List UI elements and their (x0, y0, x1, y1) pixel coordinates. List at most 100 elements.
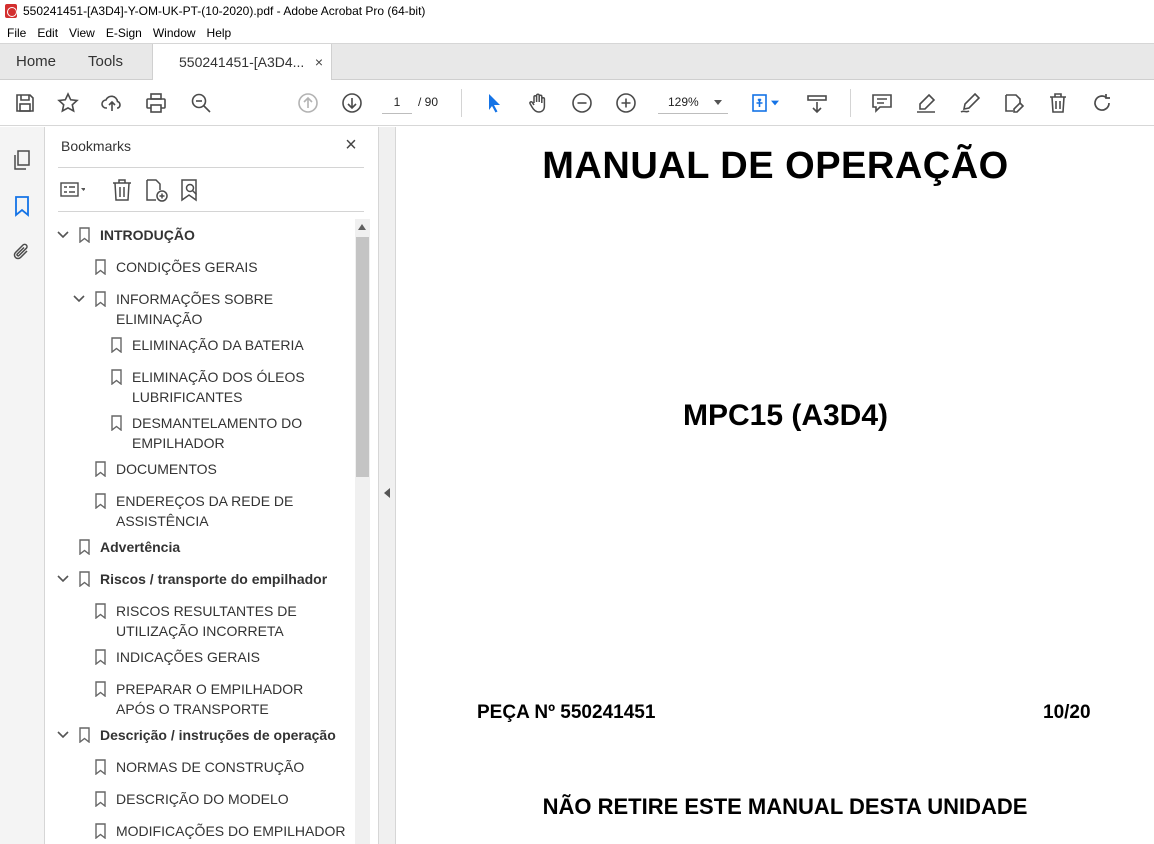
bookmark-desmantelamento[interactable]: DESMANTELAMENTO DO EMPILHADOR (109, 413, 345, 453)
scroll-mode-icon[interactable] (804, 90, 830, 116)
bookmark-label: DOCUMENTOS (116, 461, 217, 477)
bookmark-normas-construcao[interactable]: NORMAS DE CONSTRUÇÃO (93, 757, 345, 777)
star-icon[interactable] (55, 90, 81, 116)
bookmark-preparar-empilhador[interactable]: PREPARAR O EMPILHADOR APÓS O TRANSPORTE (93, 679, 345, 719)
select-cursor-icon[interactable] (481, 90, 507, 116)
zoom-in-icon[interactable] (613, 90, 639, 116)
bookmark-advertencia[interactable]: Advertência (77, 537, 345, 557)
bookmark-label: RISCOS RESULTANTES DE UTILIZAÇÃO INCORRE… (116, 603, 297, 639)
hand-icon[interactable] (525, 90, 551, 116)
bookmark-icon (77, 725, 91, 745)
bookmark-icon (77, 225, 91, 245)
menu-window[interactable]: Window (148, 26, 201, 40)
tab-document-label: 550241451-[A3D4... (179, 54, 305, 70)
print-icon[interactable] (143, 90, 169, 116)
bookmark-icon (93, 647, 107, 667)
zoom-out-icon[interactable] (569, 90, 595, 116)
bookmark-icon (93, 257, 107, 277)
document-warning: NÃO RETIRE ESTE MANUAL DESTA UNIDADE (542, 794, 1028, 819)
edit-icon[interactable] (1001, 90, 1027, 116)
close-icon[interactable]: × (341, 135, 361, 155)
menu-edit[interactable]: Edit (32, 26, 63, 40)
menu-view[interactable]: View (64, 26, 100, 40)
bookmark-icon (109, 413, 123, 433)
bookmark-condicoes-gerais[interactable]: CONDIÇÕES GERAIS (93, 257, 345, 277)
menu-file[interactable]: File (2, 26, 31, 40)
bookmark-riscos[interactable]: Riscos / transporte do empilhador (55, 569, 355, 589)
tab-home[interactable]: Home (0, 44, 72, 79)
delete-bookmark-icon[interactable] (109, 177, 135, 203)
options-menu-icon[interactable] (59, 177, 86, 203)
tab-document[interactable]: 550241451-[A3D4... × (152, 44, 332, 80)
sign-icon[interactable] (957, 90, 983, 116)
bookmark-riscos-utilizacao[interactable]: RISCOS RESULTANTES DE UTILIZAÇÃO INCORRE… (93, 601, 345, 641)
find-bookmark-icon[interactable] (177, 177, 203, 203)
bookmark-icon (93, 789, 107, 809)
page-up-icon[interactable] (295, 90, 321, 116)
tab-close-icon[interactable]: × (315, 54, 323, 70)
highlight-icon[interactable] (913, 90, 939, 116)
bookmark-documentos[interactable]: DOCUMENTOS (93, 459, 345, 479)
bookmark-label: INFORMAÇÕES SOBRE ELIMINAÇÃO (116, 291, 274, 327)
bookmark-enderecos[interactable]: ENDEREÇOS DA REDE DE ASSISTÊNCIA (93, 491, 345, 531)
attachments-icon[interactable] (11, 241, 33, 263)
chevron-down-icon[interactable] (55, 725, 71, 745)
bookmark-label: DESMANTELAMENTO DO EMPILHADOR (132, 415, 303, 451)
bookmark-label: Descrição / instruções de operação (100, 727, 336, 743)
main-toolbar (0, 80, 1154, 126)
page-down-icon[interactable] (339, 90, 365, 116)
bookmark-label: INTRODUÇÃO (100, 227, 195, 243)
bookmarks-icon[interactable] (11, 195, 33, 217)
chevron-down-icon[interactable] (71, 289, 87, 309)
chevron-down-icon[interactable] (768, 90, 782, 116)
bookmark-informacoes-eliminacao[interactable]: INFORMAÇÕES SOBRE ELIMINAÇÃO (71, 289, 333, 329)
bookmark-descricao-modelo[interactable]: DESCRIÇÃO DO MODELO (93, 789, 345, 809)
document-date: 10/20 (1043, 702, 1091, 723)
divider (58, 211, 364, 212)
bookmarks-title: Bookmarks (61, 138, 132, 154)
bookmark-modificacoes[interactable]: MODIFICAÇÕES DO EMPILHADOR (93, 821, 353, 841)
bookmark-descricao[interactable]: Descrição / instruções de operação (55, 725, 355, 745)
bookmark-label: NORMAS DE CONSTRUÇÃO (116, 759, 305, 775)
bookmark-eliminacao-bateria[interactable]: ELIMINAÇÃO DA BATERIA (109, 335, 345, 355)
bookmark-indicacoes-gerais[interactable]: INDICAÇÕES GERAIS (93, 647, 345, 667)
chevron-down-icon[interactable] (55, 569, 71, 589)
left-rail (0, 127, 45, 844)
pdf-app-icon (5, 4, 17, 18)
menu-bar: File Edit View E-Sign Window Help (0, 22, 1154, 43)
document-view[interactable]: MANUAL DE OPERAÇÃO MPC15 (A3D4) PEÇA Nº … (397, 127, 1154, 844)
new-bookmark-icon[interactable] (143, 177, 169, 203)
panel-splitter[interactable] (378, 127, 396, 844)
search-icon[interactable] (188, 90, 214, 116)
window-title: 550241451-[A3D4]-Y-OM-UK-PT-(10-2020).pd… (23, 4, 426, 18)
chevron-down-icon[interactable] (55, 225, 71, 245)
scrollbar-thumb[interactable] (356, 237, 369, 477)
save-icon[interactable] (12, 90, 38, 116)
bookmark-label: ENDEREÇOS DA REDE DE ASSISTÊNCIA (116, 493, 294, 529)
menu-help[interactable]: Help (202, 26, 237, 40)
upload-icon[interactable] (99, 90, 125, 116)
delete-icon[interactable] (1045, 90, 1071, 116)
page-number-input[interactable]: 1 (382, 90, 412, 114)
menu-esign[interactable]: E-Sign (101, 26, 147, 40)
zoom-select[interactable]: 129% (658, 90, 728, 114)
bookmark-label: ELIMINAÇÃO DOS ÓLEOS LUBRIFICANTES (132, 369, 305, 405)
bookmark-label: CONDIÇÕES GERAIS (116, 259, 258, 275)
pages-icon[interactable] (11, 149, 33, 171)
title-bar: 550241451-[A3D4]-Y-OM-UK-PT-(10-2020).pd… (0, 0, 1154, 22)
comment-icon[interactable] (869, 90, 895, 116)
rotate-icon[interactable] (1089, 90, 1115, 116)
document-part-number: PEÇA Nº 550241451 (477, 702, 656, 723)
collapse-panel-icon[interactable] (384, 488, 390, 498)
chevron-down-icon (714, 100, 722, 105)
bookmarks-scrollbar[interactable] (355, 219, 370, 844)
bookmark-eliminacao-oleos[interactable]: ELIMINAÇÃO DOS ÓLEOS LUBRIFICANTES (109, 367, 345, 407)
scroll-up-icon[interactable] (358, 224, 366, 230)
tab-bar: Home Tools 550241451-[A3D4... × (0, 43, 1154, 80)
bookmark-introducao[interactable]: INTRODUÇÃO (55, 225, 345, 245)
page-total: / 90 (418, 95, 439, 109)
bookmark-icon (109, 367, 123, 387)
bookmark-icon (109, 335, 123, 355)
tab-tools[interactable]: Tools (72, 44, 152, 79)
bookmark-label: Riscos / transporte do empilhador (100, 571, 328, 587)
